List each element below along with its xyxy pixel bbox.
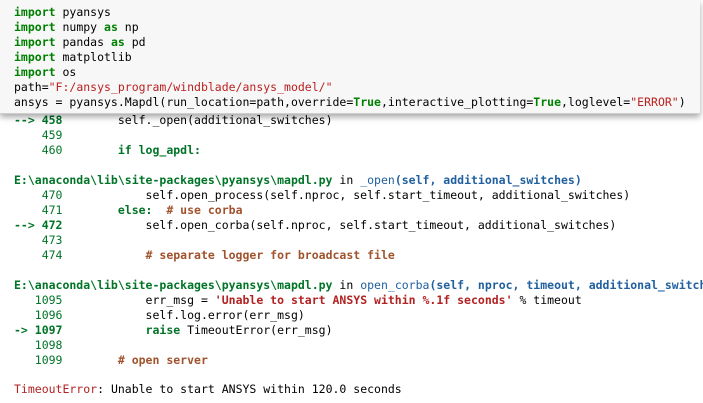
- code-text: pd: [124, 35, 146, 49]
- traceback-line: 1098: [14, 338, 63, 353]
- file-path: E:\anaconda\lib\site-packages\pyansys\ma…: [14, 278, 333, 292]
- traceback-frame-header: E:\anaconda\lib\site-packages\pyansys\ma…: [14, 278, 703, 293]
- line-number: 459: [14, 128, 63, 142]
- in-word: in: [332, 278, 361, 292]
- traceback-line: --> 458 self._open(additional_switches): [14, 113, 333, 128]
- code-line-6: path="F:/ansys_program/windblade/ansys_m…: [14, 80, 333, 95]
- code-text: ansys = pyansys.Mapdl(run_location=path,…: [14, 95, 354, 109]
- keyword: import: [14, 5, 56, 19]
- code-line-1: import pyansys: [14, 5, 111, 20]
- traceback-line: -> 1097 raise TimeoutError(err_msg): [14, 323, 333, 338]
- traceback-line: 1095 err_msg = 'Unable to start ANSYS wi…: [14, 293, 582, 308]
- jupyter-notebook-page: import pyansys import numpy as np import…: [0, 0, 703, 403]
- line-number: 470: [14, 188, 63, 202]
- line-number: 1096: [14, 308, 63, 322]
- code-text: path=: [14, 80, 49, 94]
- code-line-5: import os: [14, 65, 76, 80]
- error-message: TimeoutError: Unable to start ANSYS with…: [14, 382, 402, 397]
- line-number: 471: [14, 203, 63, 217]
- code-comment: # open server: [62, 353, 208, 367]
- code-text: ,loglevel=: [561, 95, 631, 109]
- traceback-line: 1096 self.log.error(err_msg): [14, 308, 305, 323]
- current-line-arrow: --> 458: [14, 113, 63, 127]
- keyword: import: [14, 20, 56, 34]
- constant: True: [533, 95, 561, 109]
- traceback-frame-header: E:\anaconda\lib\site-packages\pyansys\ma…: [14, 173, 582, 188]
- function-signature: (self, nproc, timeout, additional_switch…: [429, 278, 703, 292]
- keyword: raise: [62, 323, 181, 337]
- traceback-line: 471 else: # use corba: [14, 203, 243, 218]
- traceback-line: --> 472 self.open_corba(self.nproc, self…: [14, 218, 616, 233]
- function-name: _open: [360, 173, 395, 187]
- traceback-line: 474 # separate logger for broadcast file: [14, 248, 395, 263]
- code-text: self._open(additional_switches): [62, 113, 333, 127]
- traceback-line: 459: [14, 128, 63, 143]
- string-literal: "F:/ansys_program/windblade/ansys_model/…: [48, 80, 333, 94]
- current-line-arrow: --> 472: [14, 218, 63, 232]
- constant: True: [353, 95, 381, 109]
- function-name: open_corba: [360, 278, 430, 292]
- code-text: self.log.error(err_msg): [62, 308, 305, 322]
- traceback-line: 473: [14, 233, 63, 248]
- code-cell-input[interactable]: import pyansys import numpy as np import…: [0, 0, 700, 114]
- keyword: as: [110, 35, 125, 49]
- keyword: import: [14, 65, 56, 79]
- code-line-7: ansys = pyansys.Mapdl(run_location=path,…: [14, 95, 686, 110]
- traceback-line: 1099 # open server: [14, 353, 208, 368]
- code-text: pyansys: [55, 5, 111, 19]
- keyword: as: [104, 20, 118, 34]
- traceback-line: 470 self.open_process(self.nproc, self.s…: [14, 188, 631, 203]
- string-literal: "ERROR": [630, 95, 679, 109]
- code-comment: # separate logger for broadcast file: [62, 248, 395, 262]
- code-text: ,interactive_plotting=: [380, 95, 534, 109]
- error-type: TimeoutError: [14, 382, 98, 396]
- keyword: else:: [62, 203, 153, 217]
- current-line-arrow: -> 1097: [14, 323, 63, 337]
- code-text: matplotlib: [55, 50, 132, 64]
- line-number: 1099: [14, 353, 63, 367]
- file-path: E:\anaconda\lib\site-packages\pyansys\ma…: [14, 173, 333, 187]
- code-text: TimeoutError(err_msg): [180, 323, 333, 337]
- code-text: err_msg =: [62, 293, 215, 307]
- error-text: : Unable to start ANSYS within 120.0 sec…: [97, 382, 402, 396]
- code-text: numpy: [55, 20, 105, 34]
- keyword: import: [14, 35, 56, 49]
- in-word: in: [332, 173, 361, 187]
- code-text: np: [117, 20, 139, 34]
- code-line-4: import matplotlib: [14, 50, 132, 65]
- code-comment: # use corba: [152, 203, 243, 217]
- string-literal: 'Unable to start ANSYS within %.1f secon…: [214, 293, 513, 307]
- code-text: if log_apdl:: [62, 143, 201, 157]
- code-text: ): [678, 95, 686, 109]
- keyword: import: [14, 50, 56, 64]
- code-text: self.open_corba(self.nproc, self.start_t…: [62, 218, 617, 232]
- traceback-line: 460 if log_apdl:: [14, 143, 201, 158]
- line-number: 473: [14, 233, 63, 247]
- line-number: 474: [14, 248, 63, 262]
- code-text: % timeout: [512, 293, 582, 307]
- code-text: pandas: [55, 35, 111, 49]
- line-number: 460: [14, 143, 63, 157]
- line-number: 1098: [14, 338, 63, 352]
- code-text: self.open_process(self.nproc, self.start…: [62, 188, 631, 202]
- code-line-2: import numpy as np: [14, 20, 139, 35]
- function-signature: (self, additional_switches): [394, 173, 582, 187]
- code-line-3: import pandas as pd: [14, 35, 146, 50]
- code-text: os: [55, 65, 77, 79]
- line-number: 1095: [14, 293, 63, 307]
